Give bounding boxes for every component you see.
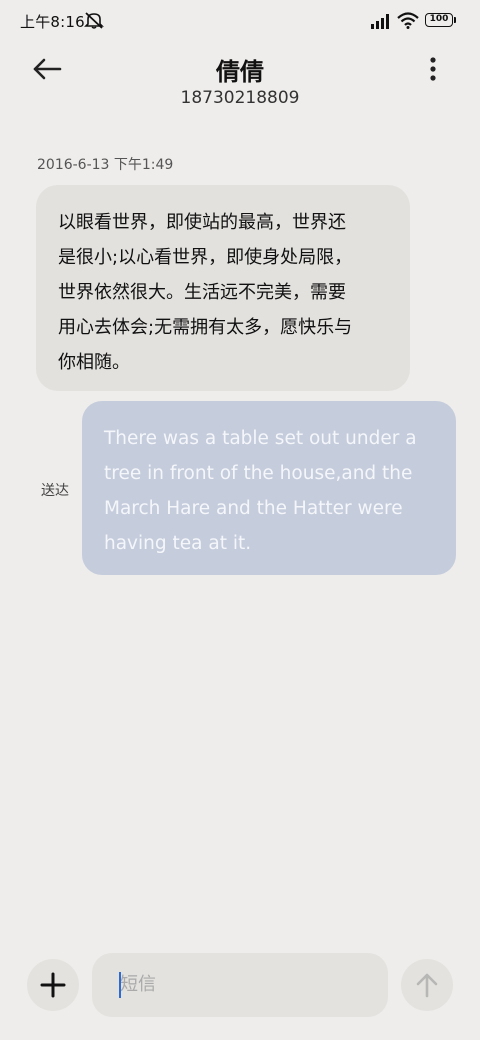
incoming-message-bubble[interactable]: 以眼看世界，即使站的最高，世界还 是很小;以心看世界，即使身处局限， 世界依然很… [36, 185, 410, 391]
message-line: There was a table set out under a [104, 428, 417, 449]
contact-number: 18730218809 [180, 88, 300, 108]
status-time: 上午8:16 [20, 13, 85, 31]
message-line: 你相随。 [58, 352, 130, 373]
signal-icon [370, 13, 392, 29]
message-line: 世界依然很大。生活远不完美，需要 [58, 282, 346, 303]
send-button[interactable] [401, 959, 453, 1011]
conversation-header: 倩倩 18730218809 [0, 40, 480, 120]
message-input-placeholder: 短信 [120, 974, 156, 995]
delivery-status: 送达 [41, 483, 69, 499]
plus-icon [40, 972, 66, 998]
add-attachment-button[interactable] [27, 959, 79, 1011]
message-line: having tea at it. [104, 533, 252, 554]
message-line: tree in front of the house,and the [104, 463, 413, 484]
outgoing-message-bubble[interactable]: There was a table set out under a tree i… [82, 401, 456, 575]
contact-name: 倩倩 [216, 58, 264, 86]
mute-icon [84, 11, 104, 29]
battery-indicator: 100 [425, 13, 456, 27]
message-timestamp: 2016-6-13 下午1:49 [37, 157, 174, 173]
arrow-up-icon [416, 973, 438, 998]
status-bar: 上午8:16 100 [0, 0, 480, 40]
more-vertical-icon[interactable] [420, 54, 446, 84]
message-line: 用心去体会;无需拥有太多，愿快乐与 [58, 317, 353, 338]
message-line: March Hare and the Hatter were [104, 498, 403, 519]
wifi-icon [397, 12, 419, 29]
message-input[interactable]: 短信 [92, 953, 388, 1017]
message-line: 以眼看世界，即使站的最高，世界还 [58, 212, 346, 233]
message-line: 是很小;以心看世界，即使身处局限， [58, 247, 353, 268]
text-caret [119, 972, 121, 998]
